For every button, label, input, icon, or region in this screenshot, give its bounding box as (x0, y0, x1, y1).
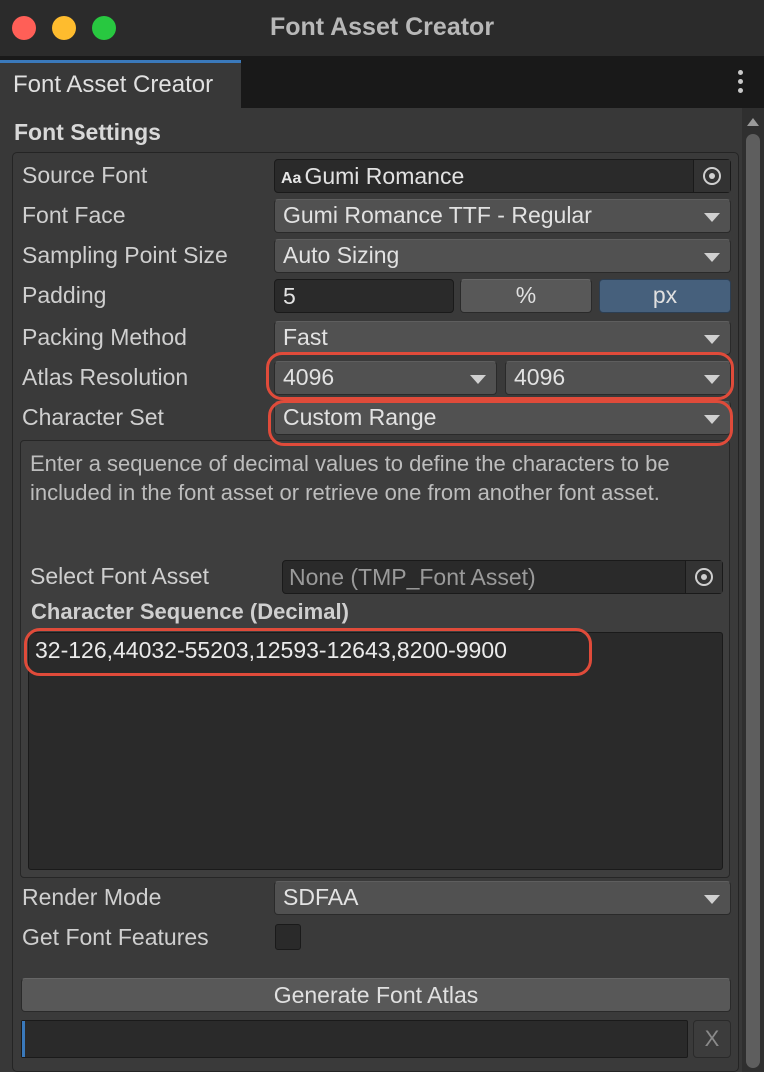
font-asset-creator-window: Font Asset Creator Font Asset Creator Fo… (0, 0, 764, 1072)
generate-font-atlas-button[interactable]: Generate Font Atlas (21, 978, 731, 1012)
packing-method-dropdown[interactable]: Fast (274, 321, 731, 355)
chevron-down-icon (470, 375, 486, 384)
character-sequence-textarea[interactable] (28, 632, 723, 870)
source-font-label: Source Font (22, 162, 148, 188)
select-font-asset-field[interactable]: None (TMP_Font Asset) (282, 560, 723, 594)
get-font-features-checkbox[interactable] (275, 924, 301, 950)
scroll-up-arrow-icon[interactable] (747, 118, 759, 126)
window-title: Font Asset Creator (269, 13, 495, 41)
render-mode-label: Render Mode (22, 884, 162, 910)
tab-bar: Font Asset Creator (0, 56, 764, 108)
progress-fill (22, 1021, 25, 1057)
chevron-down-icon (704, 895, 720, 904)
padding-px-button[interactable]: px (599, 279, 731, 313)
atlas-resolution-label: Atlas Resolution (22, 364, 189, 390)
character-set-dropdown[interactable]: Custom Range (274, 401, 731, 435)
chevron-down-icon (704, 415, 720, 424)
sampling-point-size-value: Auto Sizing (283, 242, 400, 268)
chevron-down-icon (704, 213, 720, 222)
cancel-generation-button[interactable]: X (693, 1020, 731, 1058)
chevron-down-icon (704, 375, 720, 384)
character-set-value: Custom Range (283, 404, 437, 430)
padding-input[interactable]: 5 (274, 279, 454, 313)
atlas-width-value: 4096 (283, 364, 335, 390)
title-bar: Font Asset Creator (0, 0, 764, 57)
character-sequence-value: 32-126,44032-55203,12593-12643,8200-9900 (35, 637, 507, 663)
sampling-point-size-dropdown[interactable]: Auto Sizing (274, 239, 731, 273)
font-face-value: Gumi Romance TTF - Regular (283, 202, 592, 228)
atlas-height-value: 4096 (514, 364, 566, 390)
sampling-point-size-label: Sampling Point Size (22, 242, 228, 268)
font-face-dropdown[interactable]: Gumi Romance TTF - Regular (274, 199, 731, 233)
get-font-features-label: Get Font Features (22, 924, 209, 950)
object-picker-icon[interactable] (693, 160, 730, 192)
chevron-down-icon (704, 335, 720, 344)
character-set-label: Character Set (22, 404, 164, 430)
object-picker-icon[interactable] (685, 561, 722, 593)
source-font-field[interactable]: Aa Gumi Romance (274, 159, 731, 193)
render-mode-value: SDFAA (283, 884, 359, 910)
select-font-asset-label: Select Font Asset (30, 563, 209, 589)
tab-font-asset-creator[interactable]: Font Asset Creator (0, 60, 241, 108)
atlas-height-dropdown[interactable]: 4096 (505, 361, 731, 395)
padding-percent-button[interactable]: % (460, 279, 592, 313)
font-face-label: Font Face (22, 202, 126, 228)
packing-method-label: Packing Method (22, 324, 187, 350)
vertical-scrollbar[interactable] (742, 108, 764, 1072)
chevron-down-icon (704, 253, 720, 262)
help-text: Enter a sequence of decimal values to de… (30, 451, 670, 505)
character-sequence-label: Character Sequence (Decimal) (31, 599, 349, 624)
scrollbar-thumb[interactable] (746, 134, 760, 1068)
padding-label: Padding (22, 282, 107, 308)
render-mode-dropdown[interactable]: SDFAA (274, 881, 731, 915)
font-asset-icon: Aa (281, 170, 302, 187)
packing-method-value: Fast (283, 324, 328, 350)
kebab-menu-icon[interactable] (728, 70, 752, 98)
source-font-value: Gumi Romance (304, 163, 465, 189)
generation-progress-bar (21, 1020, 688, 1058)
section-title: Font Settings (14, 119, 161, 145)
select-font-asset-value: None (TMP_Font Asset) (289, 564, 536, 590)
atlas-width-dropdown[interactable]: 4096 (274, 361, 497, 395)
